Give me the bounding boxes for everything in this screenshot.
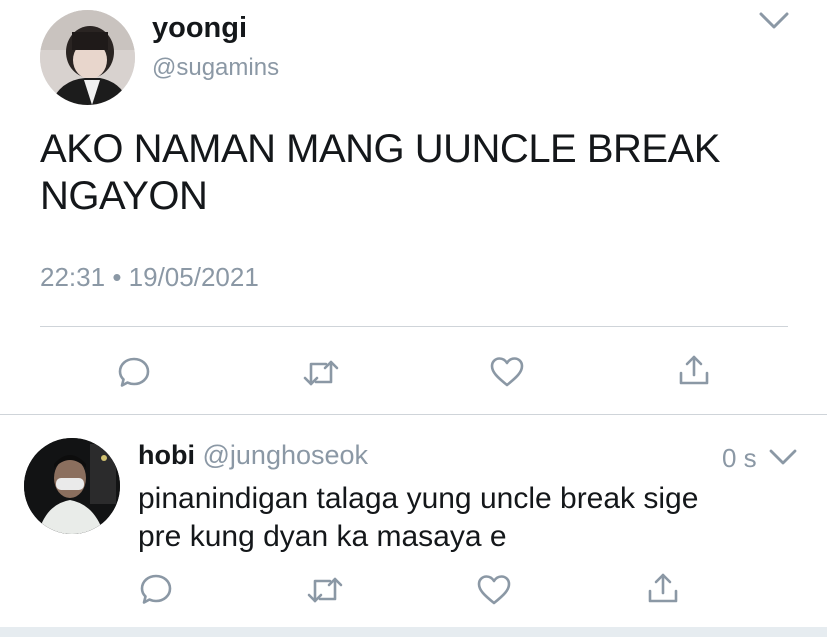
timestamp-separator: • [112,262,122,292]
reply-age: 0 s [722,443,757,473]
like-icon[interactable] [476,573,512,607]
chevron-down-icon[interactable] [768,447,798,467]
share-icon[interactable] [677,353,711,387]
tweet-timestamp[interactable]: 22:31 • 19/05/2021 [40,262,259,293]
reply-text-line-2: pre kung dyan ka masaya e [138,520,507,553]
reply-author-avatar[interactable] [24,438,120,534]
retweet-icon[interactable] [306,575,344,605]
retweet-icon[interactable] [302,358,340,388]
reply-icon[interactable] [117,355,151,389]
reply-author-handle[interactable]: @junghoseok [203,440,369,470]
like-icon[interactable] [489,355,525,389]
bottom-separator [0,627,827,637]
reply-icon[interactable] [139,572,173,606]
share-icon[interactable] [646,571,680,605]
reply-text: pinanindigan talaga yung uncle break sig… [138,480,818,556]
avatar-photo [24,438,120,534]
avatar-photo [40,10,135,105]
author-handle[interactable]: @sugamins [152,54,279,82]
tweet-text: AKO NAMAN MANG UUNCLE BREAK NGAYON [40,127,720,218]
chevron-down-icon[interactable] [758,10,790,32]
author-name[interactable]: yoongi [152,12,247,45]
tweet-date: 19/05/2021 [128,262,259,292]
reply-text-line-1: pinanindigan talaga yung uncle break sig… [138,482,699,515]
tweet-time: 22:31 [40,262,106,292]
reply-author-name[interactable]: hobi [138,440,195,470]
author-avatar[interactable] [40,10,135,105]
stats-divider [40,326,788,327]
tweet-divider [0,414,827,415]
reply-header: hobi @junghoseok [138,440,368,471]
